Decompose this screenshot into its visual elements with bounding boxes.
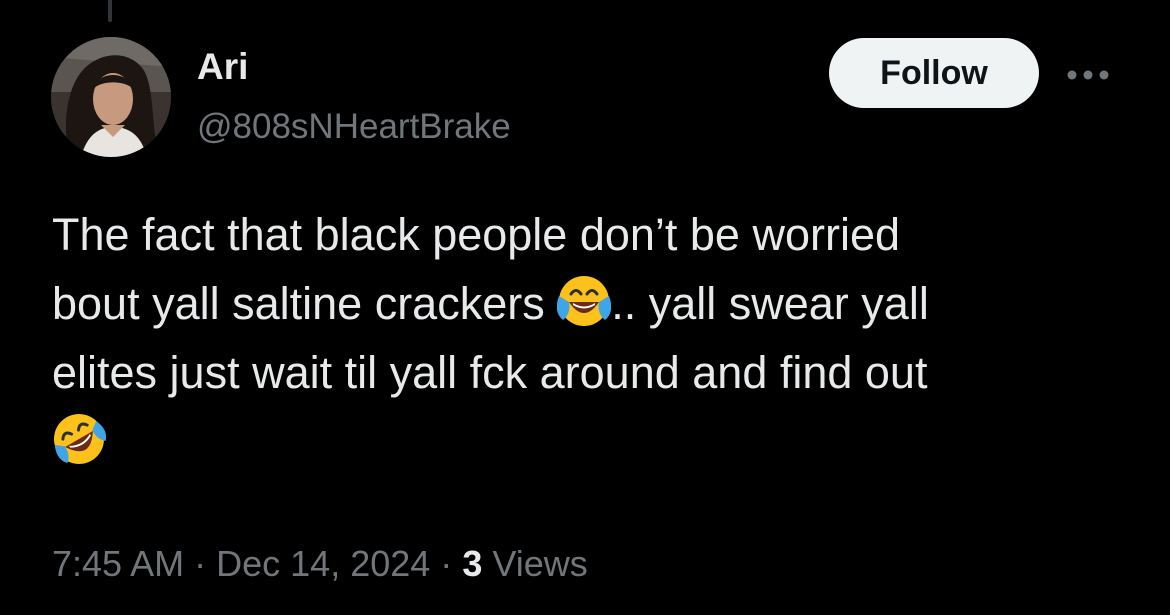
views-count[interactable]: 3 bbox=[462, 543, 482, 584]
avatar[interactable] bbox=[51, 37, 171, 157]
tweet-text-line bbox=[52, 407, 1122, 476]
tweet-text-segment: .. yall swear yall bbox=[611, 278, 929, 329]
separator-dot: · bbox=[440, 543, 453, 584]
follow-button[interactable]: Follow bbox=[829, 38, 1039, 108]
tweet-text-line: elites just wait til yall fck around and… bbox=[52, 347, 928, 398]
author-display-name[interactable]: Ari bbox=[197, 44, 248, 90]
tweet-text-line: The fact that black people don’t be worr… bbox=[52, 209, 901, 260]
tweet-metadata: 7:45 AM · Dec 14, 2024 · 3 Views bbox=[52, 540, 588, 588]
views-label[interactable]: Views bbox=[492, 543, 587, 584]
rolling-on-the-floor-laughing-icon bbox=[52, 412, 106, 466]
more-horizontal-icon bbox=[1067, 70, 1109, 80]
tweet-time[interactable]: 7:45 AM bbox=[52, 543, 184, 584]
tweet-date[interactable]: Dec 14, 2024 bbox=[216, 543, 430, 584]
face-with-tears-of-joy-icon bbox=[557, 274, 612, 328]
separator-dot: · bbox=[194, 543, 207, 584]
tweet-text-line: bout yall saltine crackers .. yall swear… bbox=[52, 269, 1122, 338]
tweet-text-segment: bout yall saltine crackers bbox=[52, 278, 558, 329]
more-options-button[interactable] bbox=[1062, 55, 1114, 95]
author-handle[interactable]: @808sNHeartBrake bbox=[197, 105, 511, 149]
tweet-text: The fact that black people don’t be worr… bbox=[52, 200, 1122, 476]
avatar-photo-icon bbox=[51, 37, 171, 157]
thread-connector-line bbox=[108, 0, 112, 22]
